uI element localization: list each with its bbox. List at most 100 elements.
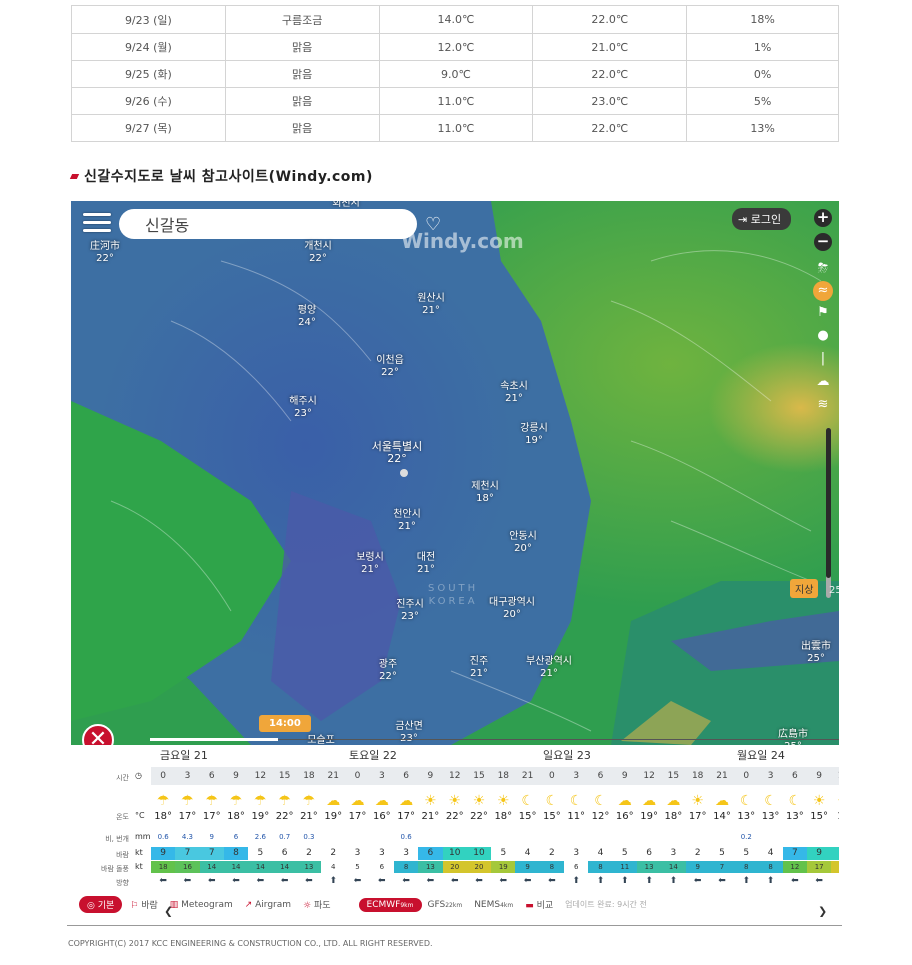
wind-cell: 7: [782, 847, 808, 860]
wind-layer-icon[interactable]: ≈: [813, 281, 833, 301]
day-header[interactable]: 일요일 23: [543, 747, 591, 763]
update-status: 업데이트 완료: 9시간 전: [565, 900, 647, 909]
city-temp: 21°: [361, 564, 379, 575]
city-label[interactable]: 出雲市 25°: [801, 641, 831, 665]
table-row: 9/23 (일) 구름조금 14.0℃ 22.0℃ 18%: [71, 5, 839, 34]
gust-cell: 8: [588, 861, 613, 873]
flag-icon[interactable]: ⚑: [812, 302, 834, 324]
hour-cell: 9: [233, 771, 239, 781]
temp-cell: 17°: [178, 811, 197, 822]
surface-level-value: 25: [829, 585, 839, 596]
rain-cell: [564, 831, 588, 843]
city-label[interactable]: 진주 21°: [470, 656, 488, 680]
waves-button[interactable]: ☼ 파도: [303, 898, 331, 911]
weather-map[interactable]: ♡ Windy.com ⇥ 로그인 + − ⛈ ≈ ⚑ ● | ☁ ≋ 지상 2…: [71, 201, 839, 758]
gust-cell: 13: [296, 861, 322, 873]
ecmwf-model-button[interactable]: ECMWF9km: [358, 897, 422, 912]
day-header[interactable]: 금요일 21: [160, 747, 208, 763]
rain-cell: [443, 831, 467, 843]
city-label[interactable]: 부산광역시 21°: [526, 656, 572, 680]
city-label[interactable]: 해주시 23°: [289, 396, 317, 420]
thermometer-icon[interactable]: |: [812, 348, 834, 370]
day-header[interactable]: 토요일 22: [349, 747, 397, 763]
scroll-left-arrow-icon[interactable]: ❮: [164, 905, 173, 917]
timeline-time-label[interactable]: 14:00: [259, 715, 311, 732]
city-name: 부산광역시: [526, 656, 572, 667]
search-input[interactable]: [119, 209, 417, 239]
city-label[interactable]: 서울특별시 22°: [372, 441, 423, 465]
city-label[interactable]: 보령시 21°: [356, 552, 384, 576]
gfs-model-button[interactable]: GFS22km: [428, 900, 463, 910]
timeline-track[interactable]: [278, 739, 839, 740]
wind-cell: 5: [248, 847, 273, 860]
city-temp: 22°: [96, 253, 114, 264]
city-label[interactable]: 개천시 22°: [304, 241, 332, 265]
temp-cell: 16°: [372, 811, 391, 822]
city-label[interactable]: 금산면23°: [395, 721, 423, 745]
city-temp: 20°: [503, 609, 521, 620]
city-label[interactable]: 광주 22°: [379, 659, 397, 683]
wind-cell: 3: [345, 847, 370, 860]
city-name: 원산시: [417, 293, 445, 304]
waves-icon[interactable]: ≋: [812, 394, 834, 416]
city-name: 개천시: [304, 241, 332, 252]
zoom-out-button[interactable]: −: [814, 233, 832, 251]
compare-icon: ▬: [525, 901, 537, 911]
city-label[interactable]: 庄河市 22°: [90, 241, 120, 265]
gust-cell: 8: [539, 861, 565, 873]
day-header[interactable]: 월요일 24: [737, 747, 785, 763]
timeline-progress[interactable]: [150, 738, 278, 741]
gust-cell: 7: [709, 861, 735, 873]
city-label[interactable]: 속초시 21°: [500, 381, 528, 405]
rain-drop-icon[interactable]: ●: [812, 325, 834, 347]
scroll-right-arrow-icon[interactable]: ❯: [818, 905, 827, 917]
login-button[interactable]: ⇥ 로그인: [732, 208, 792, 230]
basic-button[interactable]: ◎ 기본: [79, 896, 123, 913]
airgram-button[interactable]: ↗ Airgram: [245, 900, 291, 910]
wind-row: 9778562233361010542345632554799: [151, 847, 839, 860]
temp-cell: 12°: [591, 811, 610, 822]
meteogram-button[interactable]: ▥ Meteogram: [170, 900, 233, 910]
city-label[interactable]: 원산시 21°: [417, 293, 445, 317]
wind-direction-icon: ⬆: [766, 876, 775, 886]
storm-icon[interactable]: ⛈: [812, 258, 834, 280]
gust-cell: 13: [418, 861, 443, 873]
menu-icon[interactable]: [83, 213, 111, 233]
wind-view-button[interactable]: ⚐ 바람: [130, 898, 158, 911]
city-temp: 19°: [525, 435, 543, 446]
gust-cell: 14: [199, 861, 224, 873]
compare-button[interactable]: ▬ 비교: [525, 898, 553, 911]
table-cell: 22.0℃: [532, 114, 688, 142]
city-label[interactable]: 제천시 18°: [471, 481, 499, 505]
wind-direction-icon: ⬅: [693, 876, 702, 886]
cloud-icon[interactable]: ☁: [812, 371, 834, 393]
city-label[interactable]: 진주시 23°: [396, 599, 424, 623]
location-marker[interactable]: [400, 469, 408, 477]
table-cell: 11.0℃: [378, 87, 534, 115]
city-label[interactable]: 대전 21°: [417, 552, 435, 576]
city-label[interactable]: 대구광역시 20°: [489, 597, 535, 621]
nems-model-button[interactable]: NEMS4km: [474, 900, 513, 910]
windy-widget[interactable]: ♡ Windy.com ⇥ 로그인 + − ⛈ ≈ ⚑ ● | ☁ ≋ 지상 2…: [71, 201, 839, 917]
city-temp: 21°: [470, 668, 488, 679]
temp-cell: 18: [831, 809, 839, 825]
rain-cell: [588, 831, 612, 843]
gust-cell: 13: [636, 861, 662, 873]
city-label[interactable]: 평양 24°: [298, 305, 316, 329]
zoom-in-button[interactable]: +: [814, 209, 832, 227]
gust-cell: 20: [442, 861, 467, 873]
wind-direction-icon: ⬅: [402, 876, 410, 886]
hour-cell: 18: [497, 771, 510, 781]
surface-level-label[interactable]: 지상: [790, 579, 819, 598]
table-cell: 5%: [686, 87, 839, 115]
city-label[interactable]: 이천읍 22°: [376, 355, 404, 379]
city-label[interactable]: 안동시 20°: [509, 531, 537, 555]
wind-cell: 5: [709, 847, 735, 860]
table-cell: 맑음: [224, 33, 380, 61]
basic-icon: ◎: [87, 901, 98, 911]
altitude-slider-fill: [826, 428, 831, 578]
city-label[interactable]: 천안시 21°: [393, 509, 421, 533]
gust-cell: 12: [782, 861, 808, 873]
city-label[interactable]: 강릉시 19°: [520, 423, 548, 447]
rain-cell: [467, 831, 491, 843]
